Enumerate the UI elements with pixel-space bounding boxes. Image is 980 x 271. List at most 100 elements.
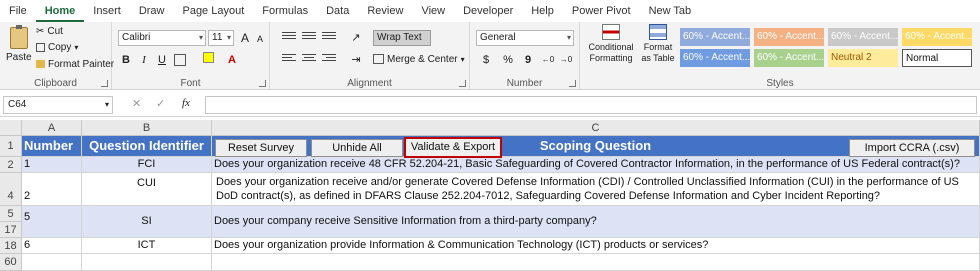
cell-style-accent-6[interactable]: 60% - Accent... [754, 49, 824, 67]
tab-insert[interactable]: Insert [84, 0, 130, 22]
cell-question-id[interactable]: FCI [82, 157, 212, 173]
borders-icon[interactable] [174, 54, 186, 66]
number-format-select[interactable]: General ▾ [476, 30, 574, 46]
name-box[interactable]: C64 ▾ [3, 96, 113, 114]
accounting-icon[interactable]: $ [478, 52, 494, 68]
empty-cell[interactable] [82, 254, 212, 271]
tab-draw[interactable]: Draw [130, 0, 174, 22]
align-top-icon[interactable] [282, 32, 296, 44]
cell-number[interactable]: 2 [22, 173, 82, 206]
fill-color-icon[interactable] [200, 52, 216, 68]
merge-center-button[interactable]: Merge & Center ▾ [373, 54, 465, 65]
select-all-corner[interactable] [0, 120, 22, 136]
font-group: Calibri ▾ 11 ▾ A A B I U A Font [112, 22, 270, 90]
cell-style-normal[interactable]: Normal [902, 49, 972, 67]
italic-button[interactable]: I [136, 52, 152, 68]
underline-button[interactable]: U [154, 52, 170, 68]
column-header-a[interactable]: A [22, 120, 82, 136]
cell-question-text[interactable]: Does your organization provide Informati… [212, 238, 980, 254]
font-label: Font [180, 78, 201, 89]
tab-data[interactable]: Data [317, 0, 358, 22]
cell-question-text[interactable]: Does your organization receive 48 CFR 52… [212, 157, 980, 173]
font-launcher-icon[interactable] [259, 80, 266, 87]
comma-icon[interactable]: 9 [520, 52, 536, 68]
row-header-1[interactable]: 1 [0, 136, 22, 157]
format-as-table-button[interactable]: Format as Table [638, 24, 678, 64]
orientation-icon[interactable]: ↗ [348, 30, 364, 46]
row-header-18[interactable]: 18 [0, 238, 22, 254]
font-size-select[interactable]: 11 ▾ [208, 30, 234, 46]
cell-number[interactable]: 1 [22, 157, 82, 173]
cell-question-id[interactable]: CUI [82, 173, 212, 206]
row-header-4[interactable]: 4 [0, 173, 22, 206]
wrap-text-button[interactable]: Wrap Text [373, 30, 431, 46]
font-name-select[interactable]: Calibri ▾ [118, 30, 206, 46]
format-painter-button[interactable]: Format Painter [36, 59, 114, 70]
tab-page-layout[interactable]: Page Layout [173, 0, 253, 22]
formula-input[interactable] [205, 96, 977, 114]
row-header-17[interactable]: 17 [0, 222, 22, 238]
shrink-font-icon[interactable]: A [252, 31, 268, 47]
cell-style-accent-3[interactable]: 60% - Accent... [828, 28, 898, 46]
cell-number[interactable]: 5 [22, 206, 82, 238]
cell-question-text[interactable]: Does your company receive Sensitive Info… [212, 206, 980, 238]
enter-icon[interactable]: ✓ [156, 97, 165, 110]
cell-style-accent-5[interactable]: 60% - Accent... [680, 49, 750, 67]
cell-style-neutral[interactable]: Neutral 2 [828, 49, 898, 67]
row-header-2[interactable]: 2 [0, 157, 22, 173]
bold-button[interactable]: B [118, 52, 134, 68]
paste-button[interactable]: Paste [6, 52, 32, 63]
cell-number[interactable]: 6 [22, 238, 82, 254]
cancel-icon[interactable]: ✕ [132, 97, 141, 110]
row-header-5[interactable]: 5 [0, 206, 22, 222]
tab-file[interactable]: File [0, 0, 36, 22]
tab-view[interactable]: View [412, 0, 454, 22]
column-header-b[interactable]: B [82, 120, 212, 136]
align-right-icon[interactable] [322, 54, 336, 66]
conditional-formatting-button[interactable]: Conditional Formatting [586, 24, 636, 64]
empty-cell[interactable] [212, 254, 980, 271]
percent-icon[interactable]: % [500, 52, 516, 68]
alignment-label: Alignment [347, 78, 392, 89]
tab-developer[interactable]: Developer [454, 0, 522, 22]
unhide-all-button[interactable]: Unhide All [311, 139, 403, 157]
column-header-c[interactable]: C [212, 120, 980, 136]
tab-help[interactable]: Help [522, 0, 563, 22]
align-center-icon[interactable] [302, 54, 316, 66]
increase-decimal-icon[interactable]: ←0 [540, 52, 556, 68]
number-group: General ▾ $ % 9 ←0 →0 Number [470, 22, 580, 90]
decrease-decimal-icon[interactable]: →0 [558, 52, 574, 68]
number-launcher-icon[interactable] [569, 80, 576, 87]
tab-review[interactable]: Review [358, 0, 412, 22]
tab-formulas[interactable]: Formulas [253, 0, 317, 22]
tab-home[interactable]: Home [35, 0, 85, 22]
align-middle-icon[interactable] [302, 32, 316, 44]
chevron-down-icon[interactable]: ▾ [74, 43, 78, 52]
validate-export-button[interactable]: Validate & Export [404, 137, 502, 158]
tab-power-pivot[interactable]: Power Pivot [563, 0, 640, 22]
tab-new-tab[interactable]: New Tab [640, 0, 701, 22]
row-header-60[interactable]: 60 [0, 254, 22, 271]
align-left-icon[interactable] [282, 54, 296, 66]
grow-font-icon[interactable]: A [237, 30, 253, 46]
indent-icon[interactable]: ⇥ [348, 52, 364, 68]
font-color-icon[interactable]: A [224, 52, 240, 68]
header-question-identifier[interactable]: Question Identifier [82, 136, 212, 157]
insert-function-icon[interactable]: fx [182, 97, 190, 109]
cell-question-id[interactable]: SI [82, 206, 212, 238]
reset-survey-button[interactable]: Reset Survey [215, 139, 307, 157]
cell-style-accent-2[interactable]: 60% - Accent... [754, 28, 824, 46]
empty-cell[interactable] [22, 254, 82, 271]
header-number[interactable]: Number [22, 136, 82, 157]
align-bottom-icon[interactable] [322, 32, 336, 44]
clipboard-launcher-icon[interactable] [101, 80, 108, 87]
cell-question-text[interactable]: Does your organization receive and/or ge… [212, 173, 980, 206]
cell-style-accent-4[interactable]: 60% - Accent... [902, 28, 972, 46]
cell-question-id[interactable]: ICT [82, 238, 212, 254]
import-ccra-button[interactable]: Import CCRA (.csv) [849, 139, 975, 157]
copy-button[interactable]: Copy ▾ [36, 42, 78, 53]
cell-style-accent-1[interactable]: 60% - Accent... [680, 28, 750, 46]
cut-button[interactable]: ✂ Cut [36, 26, 63, 37]
alignment-launcher-icon[interactable] [459, 80, 466, 87]
paste-icon[interactable] [10, 25, 28, 49]
